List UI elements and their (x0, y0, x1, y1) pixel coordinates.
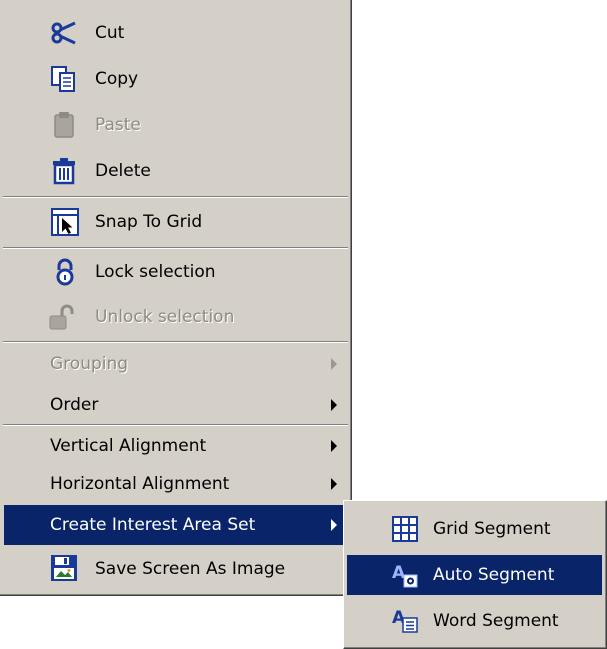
menu-item-unlock-selection-label: Unlock selection (95, 307, 235, 327)
menu-item-create-interest-area-set[interactable]: Create Interest Area Set (4, 505, 347, 545)
menu-item-save-screen-as-image-label: Save Screen As Image (95, 559, 286, 579)
menu-item-delete-label: Delete (95, 161, 151, 181)
menu-item-create-interest-area-set-label: Create Interest Area Set (50, 515, 256, 535)
menu-item-unlock-selection[interactable]: Unlock selection (4, 296, 347, 338)
snap-grid-icon (51, 208, 79, 236)
interest-area-submenu: Grid Segment A Auto Segment A Word Segme… (343, 500, 607, 649)
menu-item-order[interactable]: Order (4, 386, 347, 424)
menu-separator (3, 247, 348, 249)
submenu-arrow-icon (331, 519, 337, 531)
submenu-arrow-icon (331, 358, 337, 370)
submenu-arrow-icon (331, 478, 337, 490)
menu-item-grouping-label: Grouping (50, 354, 129, 374)
menu-item-lock-selection-label: Lock selection (95, 262, 216, 282)
submenu-item-word-segment-label: Word Segment (433, 611, 559, 631)
save-image-icon (51, 555, 77, 581)
paste-icon (54, 112, 74, 138)
menu-separator (3, 341, 348, 343)
menu-separator (3, 196, 348, 198)
lock-icon (56, 258, 74, 286)
menu-item-order-label: Order (50, 395, 99, 415)
scissors-icon (51, 21, 76, 45)
menu-item-snap-to-grid-label: Snap To Grid (95, 212, 203, 232)
unlock-icon (49, 304, 74, 330)
word-segment-icon: A (392, 608, 418, 633)
menu-item-delete[interactable]: Delete (4, 150, 347, 192)
auto-segment-icon: A (392, 563, 418, 588)
submenu-item-word-segment[interactable]: A Word Segment (347, 599, 602, 643)
menu-item-copy[interactable]: Copy (4, 58, 347, 100)
submenu-item-auto-segment-label: Auto Segment (433, 565, 555, 585)
menu-item-lock-selection[interactable]: Lock selection (4, 250, 347, 294)
menu-item-vertical-alignment[interactable]: Vertical Alignment (4, 427, 347, 465)
menu-item-vertical-alignment-label: Vertical Alignment (50, 436, 207, 456)
submenu-arrow-icon (331, 440, 337, 452)
menu-item-save-screen-as-image[interactable]: Save Screen As Image (4, 548, 347, 590)
trash-icon (53, 158, 75, 185)
screen: Cut Copy Paste Delete Snap To Grid Lock … (0, 0, 607, 649)
menu-item-horizontal-alignment-label: Horizontal Alignment (50, 474, 230, 494)
context-menu: Cut Copy Paste Delete Snap To Grid Lock … (0, 0, 352, 596)
submenu-item-auto-segment[interactable]: A Auto Segment (347, 555, 602, 595)
menu-item-cut-label: Cut (95, 23, 125, 43)
grid-segment-icon (392, 516, 418, 542)
submenu-item-grid-segment-label: Grid Segment (433, 519, 551, 539)
submenu-arrow-icon (331, 399, 337, 411)
menu-item-cut[interactable]: Cut (4, 12, 347, 54)
menu-item-copy-label: Copy (95, 69, 139, 89)
menu-item-horizontal-alignment[interactable]: Horizontal Alignment (4, 465, 347, 503)
menu-item-paste-label: Paste (95, 115, 141, 135)
menu-item-paste[interactable]: Paste (4, 104, 347, 146)
submenu-item-grid-segment[interactable]: Grid Segment (347, 507, 602, 551)
menu-item-snap-to-grid[interactable]: Snap To Grid (4, 201, 347, 243)
menu-separator (3, 424, 348, 426)
menu-item-grouping[interactable]: Grouping (4, 345, 347, 383)
copy-icon (51, 66, 75, 92)
